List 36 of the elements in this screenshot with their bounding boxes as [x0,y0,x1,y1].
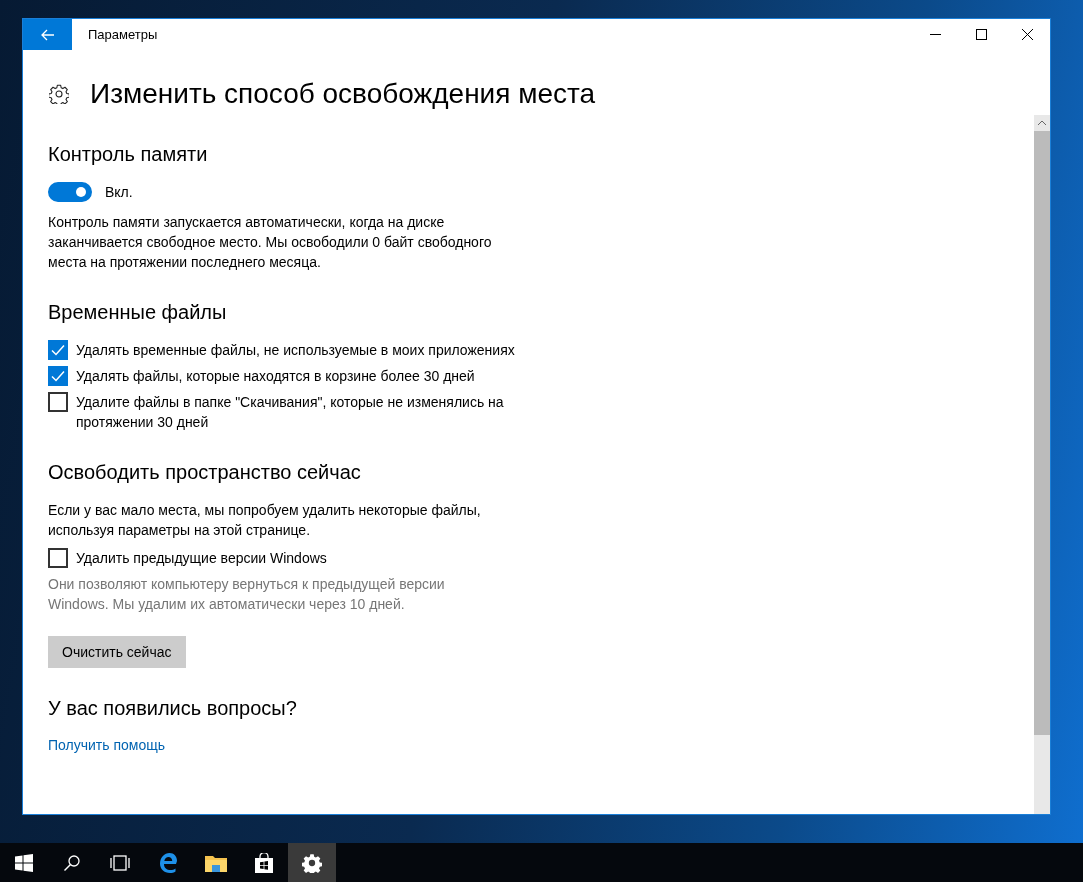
back-arrow-icon [40,28,55,41]
back-button[interactable] [23,19,72,50]
page-title: Изменить способ освобождения места [90,78,596,110]
section-heading: Временные файлы [48,300,228,325]
checkbox[interactable] [48,340,68,360]
checkbox-label: Удалять файлы, которые находятся в корзине более 30 дней [76,367,476,386]
note-text: Они позволяют компьютеру вернуться к предыдущей версии Windows. Мы удалим их автоматически через 10 дней. [48,575,446,614]
toggle-label: Вкл. [105,184,133,200]
settings-button[interactable] [288,843,336,882]
checkbox-label: Удалите файлы в папке "Скачивания", которые не изменялись на протяжении 30 дней [76,393,505,432]
section-heading: Контроль памяти [48,142,209,167]
windows-logo-icon [15,853,33,872]
window-title: Параметры [88,27,159,42]
settings-icon [49,84,69,104]
scroll-up-icon[interactable] [1037,120,1047,126]
checkbox[interactable] [48,366,68,386]
settings-icon [302,852,322,873]
checkbox[interactable] [48,392,68,412]
section-heading: Освободить пространство сейчас [48,460,362,485]
checkbox-label: Удалить предыдущие версии Windows [76,549,328,568]
help-link[interactable]: Получить помощь [48,737,165,753]
section-heading: У вас появились вопросы? [48,696,298,721]
task-view-icon [109,854,131,871]
search-icon [63,853,81,872]
scrollbar[interactable] [1034,115,1050,814]
maximize-icon [975,29,987,40]
toggle-switch[interactable] [48,182,92,202]
folder-icon [205,853,227,872]
description-text: Если у вас мало места, мы попробуем удалить некоторые файлы, используя параметры на этой странице. [48,501,482,540]
clean-now-button[interactable]: Очистить сейчас [48,636,186,668]
checkbox-label: Удалять временные файлы, не используемые в моих приложениях [76,341,516,360]
close-icon [1021,29,1033,40]
checkbox[interactable] [48,548,68,568]
browser-icon [158,852,178,873]
description-text: Контроль памяти запускается автоматически, когда на диске заканчивается свободное место. Мы освободили 0 байт свободного места на протяжении последнего месяца. [48,213,493,272]
shopping-bag-icon [254,852,274,873]
